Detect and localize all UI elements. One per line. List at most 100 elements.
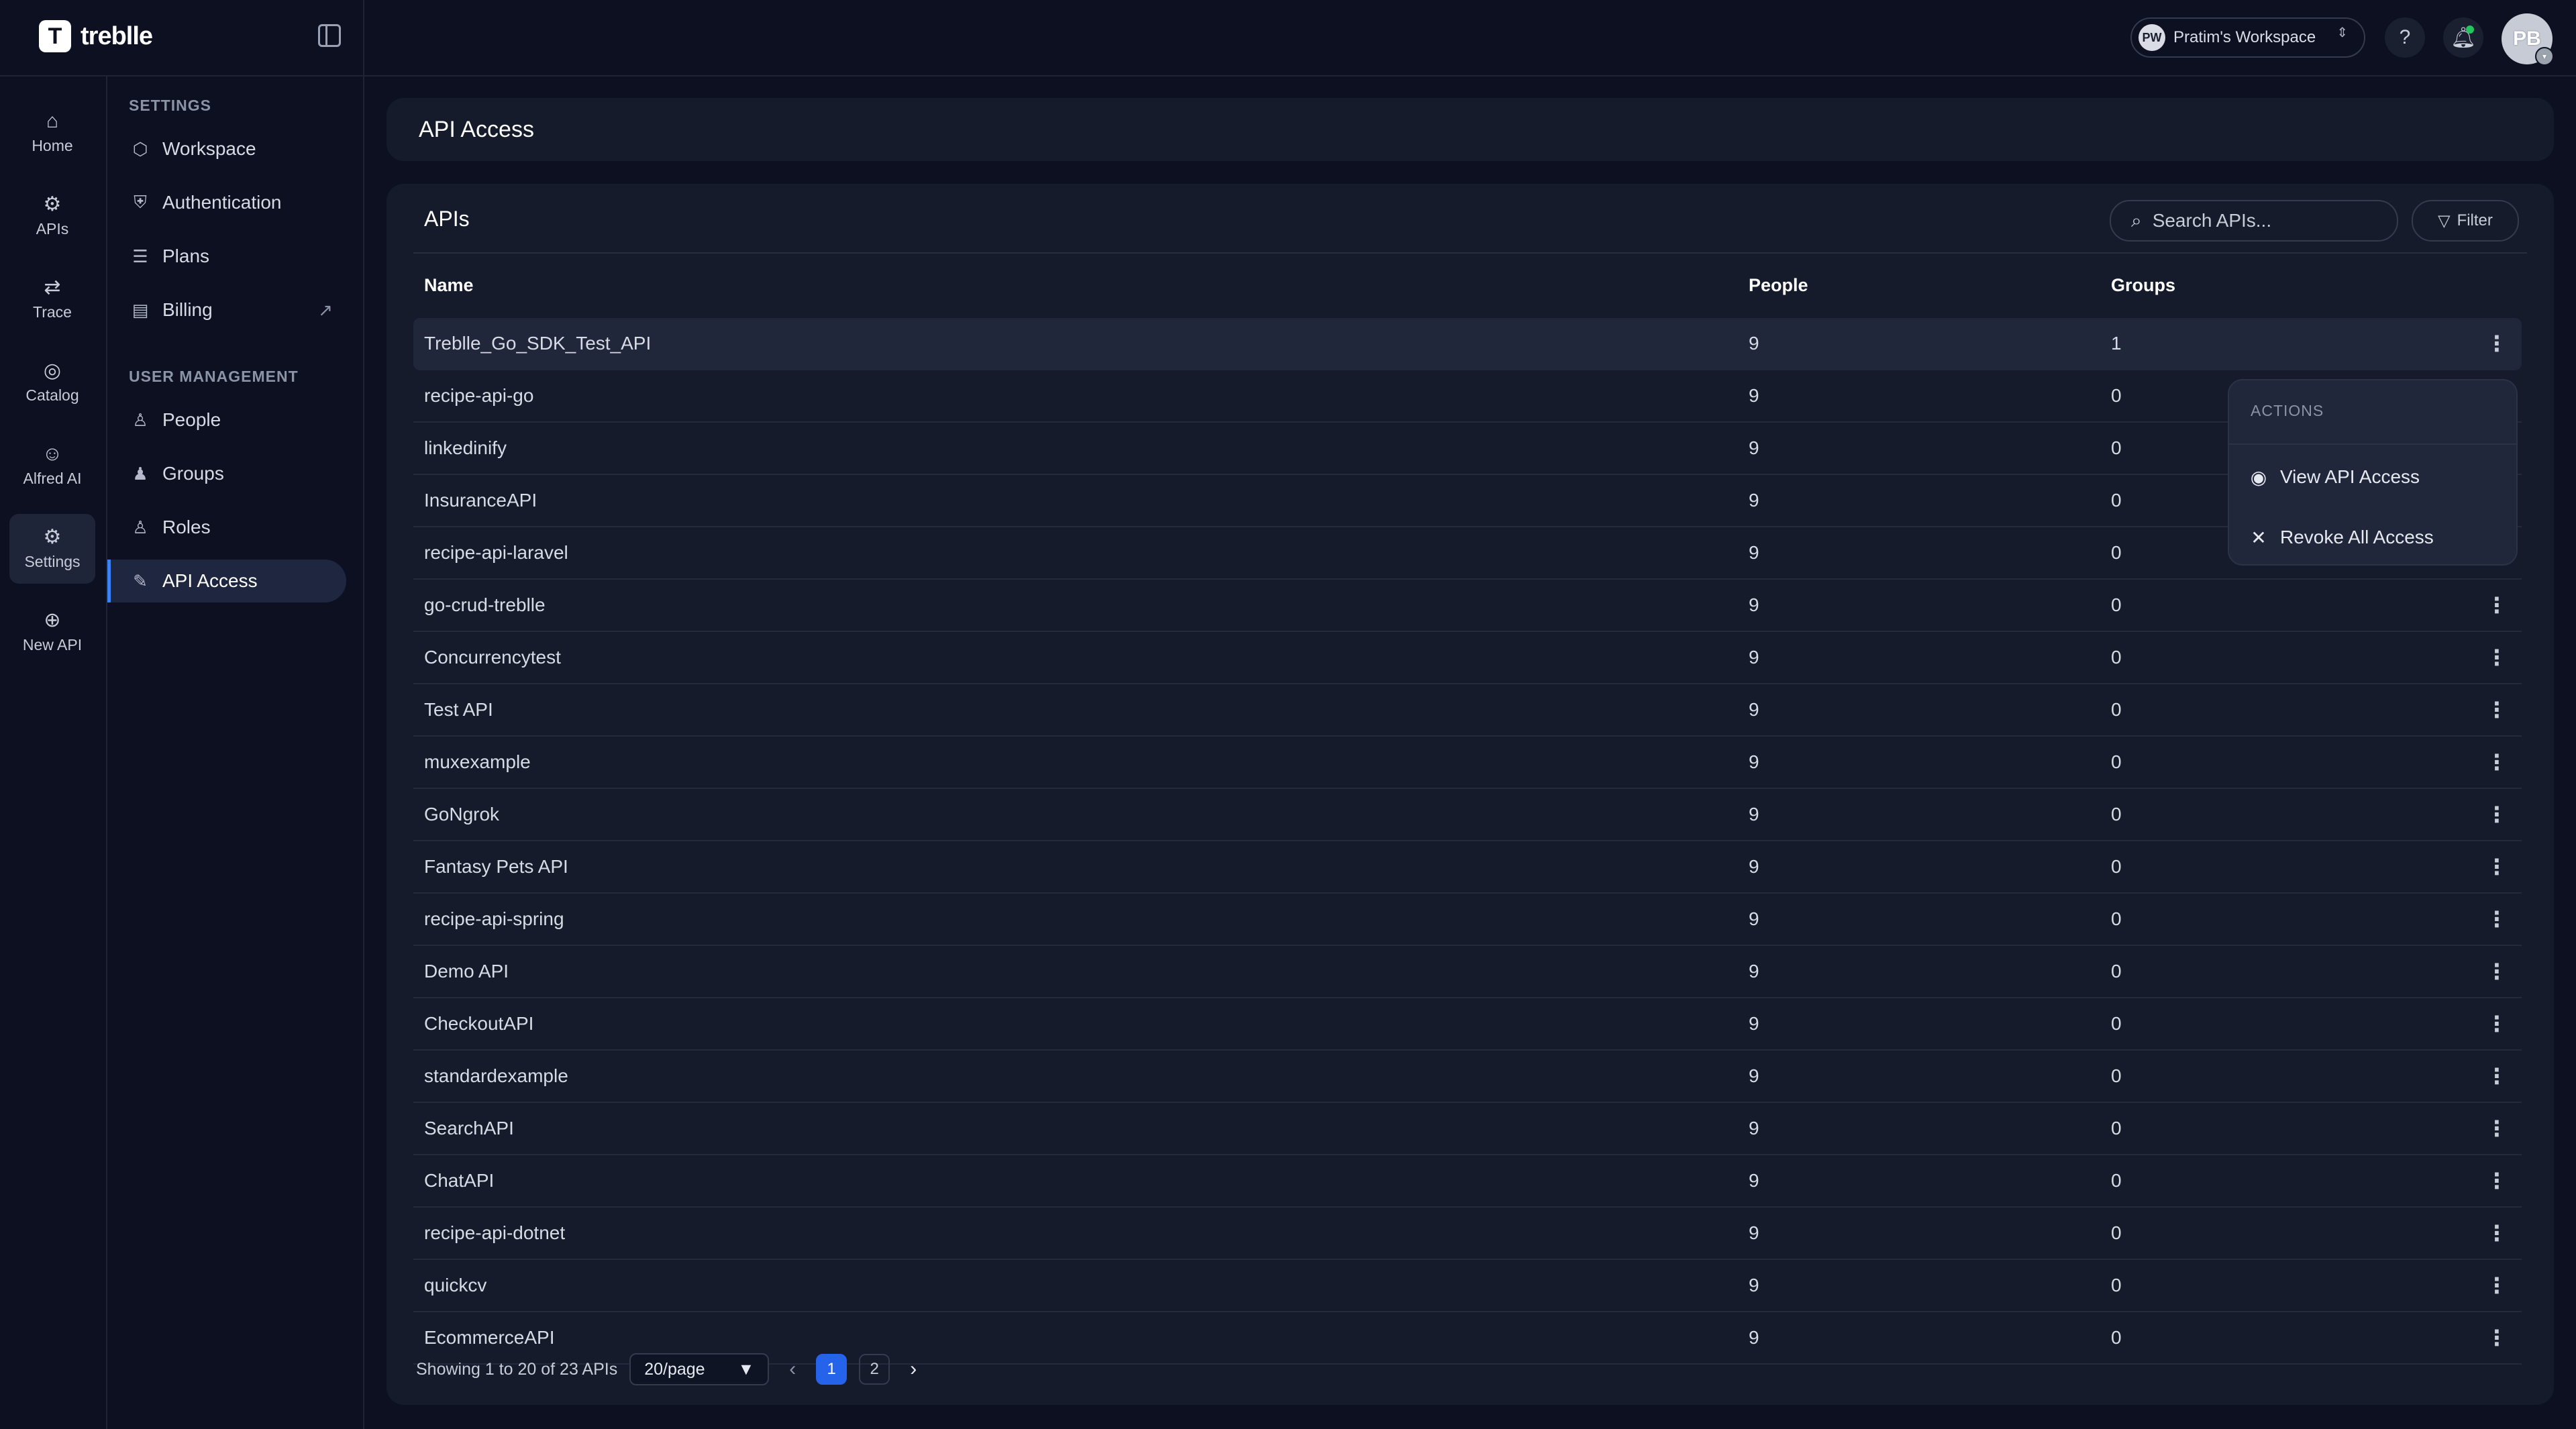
table-row[interactable]: Concurrencytest 9 0 ⋮ [413, 632, 2522, 684]
chevron-left-icon[interactable]: ‹ [781, 1358, 804, 1381]
rail-item-apis[interactable]: ⚙ APIs [9, 181, 95, 251]
groups-count: 0 [2111, 751, 2122, 772]
groups-count: 0 [2111, 1065, 2122, 1086]
receipt-icon: ▤ [132, 299, 149, 320]
table-row[interactable]: GoNgrok 9 0 ⋮ [413, 789, 2522, 841]
brand-name: treblle [81, 21, 153, 50]
more-options-icon[interactable]: ⋮ [2486, 1260, 2508, 1311]
notifications-button[interactable]: 🔔︎ [2443, 17, 2483, 58]
table-row[interactable]: standardexample 9 0 ⋮ [413, 1051, 2522, 1103]
people-count: 9 [1749, 542, 1759, 563]
nav-item-people[interactable]: ♙ People [107, 399, 346, 441]
more-options-icon[interactable]: ⋮ [2486, 580, 2508, 631]
rail-item-catalog[interactable]: ◎ Catalog [9, 348, 95, 417]
rail-label: New API [22, 635, 83, 653]
table-row[interactable]: recipe-api-spring 9 0 ⋮ [413, 894, 2522, 946]
external-link-icon: ↗ [318, 299, 333, 320]
workspace-switcher[interactable]: PW Pratim's Workspace ⇕ [2130, 17, 2365, 58]
api-name: recipe-api-go [424, 385, 534, 406]
table-row[interactable]: recipe-api-dotnet 9 0 ⋮ [413, 1208, 2522, 1260]
rail-item-new-api[interactable]: ⊕ New API [9, 597, 95, 667]
table-row[interactable]: Treblle_Go_SDK_Test_API 9 1 ⋮ [413, 318, 2522, 370]
table-row[interactable]: ChatAPI 9 0 ⋮ [413, 1155, 2522, 1208]
nav-item-roles[interactable]: ♙ Roles [107, 506, 346, 549]
nav-item-label: People [162, 409, 221, 430]
page-button-2[interactable]: 2 [859, 1354, 890, 1385]
nav-item-authentication[interactable]: ⛨ Authentication [107, 181, 346, 224]
rail-item-alfred-ai[interactable]: ☺ Alfred AI [9, 431, 95, 500]
table-row[interactable]: muxexample 9 0 ⋮ [413, 737, 2522, 789]
people-count: 9 [1749, 1170, 1759, 1191]
menu-item-label: Revoke All Access [2280, 527, 2434, 547]
menu-item-revoke-all-access[interactable]: ✕ Revoke All Access [2248, 517, 2434, 558]
more-options-icon[interactable]: ⋮ [2486, 1312, 2508, 1363]
rail-label: APIs [36, 219, 69, 237]
more-options-icon[interactable]: ⋮ [2486, 789, 2508, 840]
nav-item-label: Groups [162, 463, 224, 484]
user-avatar[interactable]: PB ▾ [2502, 13, 2554, 66]
more-options-icon[interactable]: ⋮ [2486, 1208, 2508, 1259]
column-header-people: People [1749, 275, 1808, 295]
more-options-icon[interactable]: ⋮ [2486, 684, 2508, 735]
people-count: 9 [1749, 699, 1759, 720]
table-row[interactable]: quickcv 9 0 ⋮ [413, 1260, 2522, 1312]
apis-panel: APIs ⌕ Search APIs... ▽ Filter Name Peop… [387, 184, 2554, 1405]
more-options-icon[interactable]: ⋮ [2486, 841, 2508, 892]
page-size-select[interactable]: 20/page ▼ [629, 1353, 770, 1385]
nav-item-groups[interactable]: ♟ Groups [107, 452, 346, 495]
more-options-icon[interactable]: ⋮ [2486, 1103, 2508, 1154]
rail-item-settings[interactable]: ⚙ Settings [9, 514, 95, 584]
sidebar-toggle-icon[interactable] [318, 24, 341, 47]
people-count: 9 [1749, 751, 1759, 772]
more-options-icon[interactable]: ⋮ [2486, 1051, 2508, 1102]
more-options-icon[interactable]: ⋮ [2486, 632, 2508, 683]
treblle-logo[interactable]: T treblle [39, 20, 153, 52]
groups-count: 0 [2111, 961, 2122, 982]
settings-nav: SETTINGS ⬡ Workspace ⛨ Authentication ☰ … [107, 75, 363, 1429]
column-header-groups: Groups [2111, 275, 2176, 295]
api-name: InsuranceAPI [424, 490, 537, 511]
table-row[interactable]: InsuranceAPI 9 0 [413, 475, 2522, 527]
menu-item-view-api-access[interactable]: ◉ View API Access [2248, 457, 2420, 497]
table-row[interactable]: CheckoutAPI 9 0 ⋮ [413, 998, 2522, 1051]
more-options-icon[interactable]: ⋮ [2486, 318, 2508, 369]
robot-icon: ☺ [42, 442, 63, 465]
api-name: ChatAPI [424, 1170, 495, 1191]
help-button[interactable]: ? [2385, 17, 2425, 58]
page-button-1[interactable]: 1 [816, 1354, 847, 1385]
more-options-icon[interactable]: ⋮ [2486, 1155, 2508, 1206]
more-options-icon[interactable]: ⋮ [2486, 946, 2508, 997]
chevron-right-icon[interactable]: › [902, 1358, 925, 1381]
groups-count: 0 [2111, 1275, 2122, 1295]
nav-item-plans[interactable]: ☰ Plans [107, 235, 346, 278]
api-name: muxexample [424, 751, 531, 772]
groups-count: 0 [2111, 1013, 2122, 1034]
api-name: GoNgrok [424, 804, 500, 825]
table-row[interactable]: recipe-api-laravel 9 0 [413, 527, 2522, 580]
more-options-icon[interactable]: ⋮ [2486, 737, 2508, 788]
filter-button[interactable]: ▽ Filter [2412, 200, 2519, 242]
nav-item-api-access[interactable]: ✎ API Access [107, 560, 346, 602]
more-options-icon[interactable]: ⋮ [2486, 998, 2508, 1049]
nav-item-workspace[interactable]: ⬡ Workspace [107, 127, 346, 170]
groups-count: 0 [2111, 856, 2122, 877]
people-count: 9 [1749, 437, 1759, 458]
rail-label: Home [32, 136, 73, 154]
search-input[interactable]: ⌕ Search APIs... [2110, 200, 2398, 242]
nav-item-billing[interactable]: ▤ Billing ↗ [107, 288, 346, 331]
actions-menu: ACTIONS ◉ View API Access ✕ Revoke All A… [2228, 379, 2518, 566]
api-name: quickcv [424, 1275, 487, 1295]
table-row[interactable]: go-crud-treblle 9 0 ⋮ [413, 580, 2522, 632]
nav-item-label: Roles [162, 517, 211, 537]
table-row[interactable]: Fantasy Pets API 9 0 ⋮ [413, 841, 2522, 894]
table-row[interactable]: Demo API 9 0 ⋮ [413, 946, 2522, 998]
table-row[interactable]: Test API 9 0 ⋮ [413, 684, 2522, 737]
groups-count: 0 [2111, 490, 2122, 511]
table-row[interactable]: SearchAPI 9 0 ⋮ [413, 1103, 2522, 1155]
table-row[interactable]: linkedinify 9 0 [413, 423, 2522, 475]
table-row[interactable]: recipe-api-go 9 0 [413, 370, 2522, 423]
rail-item-trace[interactable]: ⇄ Trace [9, 264, 95, 334]
more-options-icon[interactable]: ⋮ [2486, 894, 2508, 945]
page-title: API Access [419, 116, 534, 142]
rail-item-home[interactable]: ⌂ Home [9, 98, 95, 168]
